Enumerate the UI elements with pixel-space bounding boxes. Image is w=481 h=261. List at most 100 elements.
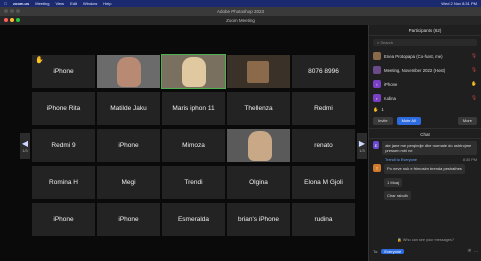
participant-tile[interactable]: Olgina (227, 166, 290, 199)
raised-hand-icon: ✋ (35, 57, 44, 64)
tile-name: Mimoza (182, 141, 205, 149)
next-page-button[interactable]: ▶ 1/3 (357, 133, 367, 159)
participant-video (248, 131, 272, 161)
participant-tile[interactable]: 8076 8996 (292, 55, 355, 88)
participant-video-tile[interactable] (227, 129, 290, 162)
message-text: Char rabulh (384, 190, 411, 200)
menu-meeting[interactable]: Meeting (35, 1, 49, 6)
chat-recipient-bar: To: Everyone 🗎 ⋯ (373, 247, 478, 256)
photoshop-titlebar: Adobe Photoshop 2023 (0, 7, 481, 16)
participant-tile[interactable]: Megi (97, 166, 160, 199)
participant-tile[interactable]: Redmi 9 (32, 129, 95, 162)
participant-tile[interactable]: Mimoza (162, 129, 225, 162)
tile-name: Trendi (184, 178, 203, 186)
tile-name: Maris iphon 11 (172, 104, 215, 112)
to-label: To: (373, 249, 379, 254)
message-text: Po neve nuk e frimosim brenda peshathes (384, 164, 465, 174)
avatar-initial: E (374, 142, 378, 148)
sender-label[interactable]: Trendi to Everyone (385, 158, 417, 162)
page-indicator: 1/3 (359, 148, 365, 153)
participant-video-tile[interactable] (227, 55, 290, 88)
participant-row[interactable]: Meeting, November 2022 (Host) 🎙 (369, 63, 481, 77)
menu-app[interactable]: zoom.us (13, 1, 29, 6)
tile-name: Olgina (249, 178, 268, 186)
participant-tile[interactable]: Matilde Jaku (97, 92, 160, 125)
raised-hand-count: 1 (381, 107, 384, 112)
more-button[interactable]: More (457, 117, 477, 125)
participant-video (117, 57, 141, 87)
avatar (373, 66, 381, 74)
participant-tile[interactable]: Esmeralda (162, 203, 225, 236)
participant-row[interactable]: i iPhone ✋ (369, 77, 481, 91)
zoom-titlebar: Zoom Meeting (0, 16, 481, 25)
muted-mic-icon: 🎙 (471, 67, 477, 72)
apple-icon[interactable]:  (4, 1, 7, 6)
participant-tile[interactable]: brian's iPhone (227, 203, 290, 236)
tile-name: Redmi 9 (51, 141, 76, 149)
menu-window[interactable]: Window (83, 1, 97, 6)
zoom-button[interactable] (16, 18, 20, 22)
participants-actions: Invite Mute All More (369, 114, 481, 128)
tile-name: 8076 8996 (308, 67, 339, 75)
menu-help[interactable]: Help (103, 1, 111, 6)
window-title: Zoom Meeting (226, 18, 255, 23)
avatar: r (373, 94, 381, 102)
menu-edit[interactable]: Edit (70, 1, 77, 6)
participants-search-input[interactable]: ⌕ Search (373, 39, 477, 46)
participant-tile[interactable]: ✋ iPhone (32, 55, 95, 88)
participant-tile[interactable]: iPhone Rita (32, 92, 95, 125)
tile-name: Thellenza (244, 104, 273, 112)
chevron-left-icon: ◀ (21, 139, 29, 148)
message-time: 8:30 PM (462, 158, 477, 163)
participant-tile[interactable]: iPhone (97, 203, 160, 236)
participant-tile[interactable]: Elona M Gjoli (292, 166, 355, 199)
minimize-button[interactable] (10, 18, 14, 22)
gallery-view: ✋ iPhone 8076 8996 iPhone Rita Matilde J… (0, 25, 368, 261)
mute-all-button[interactable]: Mute All (396, 117, 421, 125)
who-can-see-link[interactable]: 🔒 Who can see your messages? (369, 237, 481, 242)
participants-title: Participants (62) (408, 28, 442, 33)
avatar-initial: r (376, 95, 378, 101)
tile-name: Redmi (314, 104, 333, 112)
active-speaker-tile[interactable] (161, 54, 226, 89)
more-icon[interactable]: ⋯ (474, 249, 478, 254)
tile-name: renato (314, 141, 333, 149)
avatar: T (373, 164, 381, 173)
participant-video-tile[interactable] (97, 55, 160, 88)
participant-tile[interactable]: Trendi (162, 166, 225, 199)
message-text: ate jane me perqindje dhe normale do ush… (382, 141, 477, 156)
invite-button[interactable]: Invite (373, 117, 393, 125)
participant-tile[interactable]: Maris iphon 11 (162, 92, 225, 125)
participant-tile[interactable]: Romina H (32, 166, 95, 199)
who-can-see-text: Who can see your messages? (402, 238, 454, 242)
tile-name: rudina (314, 215, 333, 223)
photoshop-title: Adobe Photoshop 2023 (216, 9, 265, 14)
participant-row[interactable]: r rudina 🎙 (369, 91, 481, 105)
participant-tile[interactable]: iPhone (97, 129, 160, 162)
menu-view[interactable]: View (55, 1, 64, 6)
participant-tile[interactable]: Redmi (292, 92, 355, 125)
muted-mic-icon: 🎙 (471, 53, 477, 58)
recipient-dropdown[interactable]: Everyone (381, 249, 405, 254)
search-placeholder: Search (380, 40, 394, 45)
participant-tile[interactable]: renato (292, 129, 355, 162)
participant-tile[interactable]: iPhone (32, 203, 95, 236)
tile-name: iPhone (53, 215, 74, 223)
mac-menubar:  zoom.us Meeting View Edit Window Help … (0, 0, 481, 7)
participant-tile[interactable]: Thellenza (227, 92, 290, 125)
participant-tile[interactable]: rudina (292, 203, 355, 236)
chat-title: Chat (420, 132, 430, 137)
participant-name: iPhone (384, 81, 398, 87)
chat-message: T Po neve nuk e frimosim brenda peshathe… (369, 162, 481, 175)
participant-video (182, 57, 206, 87)
file-icon[interactable]: 🗎 (468, 248, 471, 255)
participant-video (247, 61, 269, 83)
avatar-initial: i (376, 81, 378, 87)
previous-page-button[interactable]: ◀ 1/3 (20, 133, 30, 159)
chat-message: E ate jane me perqindje dhe normale do u… (369, 139, 481, 157)
chat-message: 1 Muaj (369, 176, 481, 189)
participant-row[interactable]: Enea Protopapa (Co-host, me) 🎙 (369, 49, 481, 63)
tile-name: iPhone (118, 141, 139, 149)
close-button[interactable] (4, 18, 8, 22)
participants-header: Participants (62) (369, 25, 481, 36)
